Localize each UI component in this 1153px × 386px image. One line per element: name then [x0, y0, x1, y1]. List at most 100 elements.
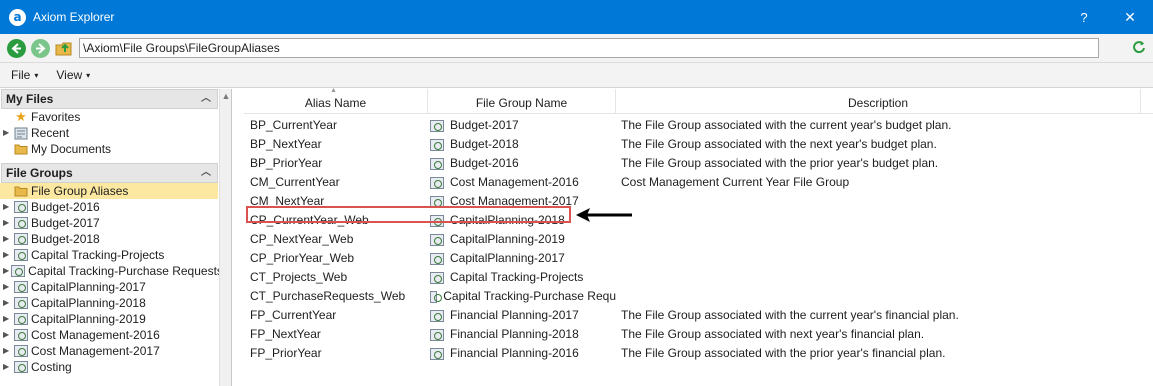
sidebar-item-label: Favorites	[31, 110, 81, 124]
table-row[interactable]: CM_CurrentYear Cost Management-2016 Cost…	[244, 173, 1153, 192]
sidebar-item-label: Costing	[31, 360, 72, 374]
sidebar-item-file-group[interactable]: ▶ CapitalPlanning-2017	[0, 279, 218, 295]
sidebar-item-file-group[interactable]: ▶ Capital Tracking-Purchase Requests	[0, 263, 223, 279]
file-group-icon	[14, 233, 28, 245]
title-bar: a Axiom Explorer ? ✕	[0, 0, 1153, 34]
file-group-cell: Capital Tracking-Projects	[450, 270, 584, 284]
file-group-cell: Budget-2016	[450, 156, 519, 170]
file-group-icon	[14, 297, 28, 309]
table-row[interactable]: CT_Projects_Web Capital Tracking-Project…	[244, 268, 1153, 287]
expand-arrow-icon[interactable]: ▶	[3, 231, 12, 247]
table-row[interactable]: FP_NextYear Financial Planning-2018 The …	[244, 325, 1153, 344]
sidebar-item-my-documents[interactable]: My Documents	[0, 141, 218, 157]
expand-arrow-icon[interactable]: ▶	[3, 359, 12, 375]
forward-button[interactable]	[31, 38, 50, 58]
alias-cell: BP_PriorYear	[250, 156, 323, 170]
sidebar-item-file-group[interactable]: ▶ Costing	[0, 359, 218, 375]
my-files-header[interactable]: My Files ︿	[1, 89, 218, 109]
close-button[interactable]: ✕	[1107, 0, 1153, 34]
expand-arrow-icon[interactable]: ▶	[3, 215, 12, 231]
sidebar-item-recent[interactable]: ▶ Recent	[0, 125, 218, 141]
table-row[interactable]: CT_PurchaseRequests_Web Capital Tracking…	[244, 287, 1153, 306]
file-group-cell: Cost Management-2016	[450, 175, 579, 189]
sidebar-item-label: CapitalPlanning-2017	[31, 280, 146, 294]
table-row[interactable]: BP_CurrentYear Budget-2017 The File Grou…	[244, 116, 1153, 135]
alias-cell: FP_PriorYear	[250, 346, 322, 360]
file-group-icon	[430, 119, 444, 132]
expand-arrow-icon[interactable]: ▶	[3, 279, 12, 295]
chevron-up-icon[interactable]: ︿	[201, 90, 211, 108]
sidebar-item-file-group[interactable]: ▶ CapitalPlanning-2018	[0, 295, 218, 311]
table-row[interactable]: FP_PriorYear Financial Planning-2016 The…	[244, 344, 1153, 363]
sidebar-item-file-group[interactable]: ▶ Budget-2016	[0, 199, 218, 215]
table-row[interactable]: CP_NextYear_Web CapitalPlanning-2019	[244, 230, 1153, 249]
column-header-alias[interactable]: ▲ Alias Name	[244, 87, 428, 114]
alias-cell: FP_CurrentYear	[250, 308, 337, 322]
table-row[interactable]: BP_PriorYear Budget-2016 The File Group …	[244, 154, 1153, 173]
table-row-highlighted[interactable]: CP_CurrentYear_Web CapitalPlanning-2018	[244, 211, 1153, 230]
sidebar-item-file-group[interactable]: ▶ Capital Tracking-Projects	[0, 247, 218, 263]
sidebar-item-file-group[interactable]: ▶ Budget-2018	[0, 231, 218, 247]
file-group-icon	[14, 281, 28, 293]
chevron-up-icon[interactable]: ︿	[201, 164, 211, 182]
table-row[interactable]: CP_PriorYear_Web CapitalPlanning-2017	[244, 249, 1153, 268]
sidebar-item-file-group[interactable]: ▶ CapitalPlanning-2019	[0, 311, 218, 327]
list-rows: BP_CurrentYear Budget-2017 The File Grou…	[244, 116, 1153, 363]
file-group-icon	[430, 195, 444, 208]
file-groups-title: File Groups	[6, 166, 73, 180]
up-folder-button[interactable]	[55, 39, 73, 57]
table-row[interactable]: FP_CurrentYear Financial Planning-2017 T…	[244, 306, 1153, 325]
file-group-cell: Budget-2017	[450, 118, 519, 132]
sidebar-scrollbar[interactable]: ▲	[219, 89, 231, 386]
alias-cell: BP_CurrentYear	[250, 118, 337, 132]
expand-arrow-icon[interactable]: ▶	[3, 263, 9, 279]
column-header-description[interactable]: Description	[616, 89, 1141, 114]
back-button[interactable]	[7, 38, 26, 58]
expand-arrow-icon[interactable]: ▶	[3, 327, 12, 343]
alias-list: ▲ Alias Name File Group Name Description…	[244, 87, 1153, 386]
table-row[interactable]: CM_NextYear Cost Management-2017	[244, 192, 1153, 211]
table-row[interactable]: BP_NextYear Budget-2018 The File Group a…	[244, 135, 1153, 154]
expand-arrow-icon[interactable]: ▶	[3, 125, 12, 141]
alias-cell: CP_NextYear_Web	[250, 232, 354, 246]
file-group-icon	[14, 249, 28, 261]
sidebar-item-file-group[interactable]: ▶ Cost Management-2017	[0, 343, 218, 359]
expand-arrow-icon[interactable]: ▶	[3, 247, 12, 263]
scroll-up-icon[interactable]: ▲	[220, 89, 231, 103]
alias-cell: CT_Projects_Web	[250, 270, 348, 284]
sidebar-item-file-group[interactable]: ▶ Cost Management-2016	[0, 327, 218, 343]
alias-cell: FP_NextYear	[250, 327, 321, 341]
sidebar-item-label: My Documents	[31, 142, 112, 156]
expand-arrow-icon[interactable]: ▶	[3, 343, 12, 359]
file-groups-header[interactable]: File Groups ︿	[1, 163, 218, 183]
file-group-icon	[430, 176, 444, 189]
file-group-cell: Financial Planning-2018	[450, 327, 579, 341]
sidebar-item-file-group-aliases[interactable]: File Group Aliases	[0, 183, 218, 199]
sidebar-item-label: Cost Management-2016	[31, 328, 160, 342]
arrow-left-icon	[11, 42, 21, 54]
axiom-logo-icon: a	[9, 8, 26, 26]
sidebar-item-file-group[interactable]: ▶ Budget-2017	[0, 215, 218, 231]
sidebar-item-label: Cost Management-2017	[31, 344, 160, 358]
file-group-icon	[430, 271, 444, 284]
view-menu[interactable]: View ▾	[49, 68, 97, 82]
file-group-icon	[14, 217, 28, 229]
refresh-button[interactable]	[1131, 40, 1147, 56]
file-menu[interactable]: File ▾	[4, 68, 45, 82]
sidebar-item-label: Capital Tracking-Purchase Requests	[28, 264, 223, 278]
expand-arrow-icon[interactable]: ▶	[3, 295, 12, 311]
help-button[interactable]: ?	[1061, 0, 1107, 34]
description-cell: The File Group associated with the curre…	[621, 308, 959, 322]
sidebar: My Files ︿ ★ Favorites ▶ Recent My Docum…	[0, 89, 232, 386]
sidebar-item-label: CapitalPlanning-2019	[31, 312, 146, 326]
file-group-icon	[430, 157, 444, 170]
description-cell: The File Group associated with the prior…	[621, 346, 946, 360]
description-cell: The File Group associated with the curre…	[621, 118, 952, 132]
file-group-icon	[430, 328, 444, 341]
expand-arrow-icon[interactable]: ▶	[3, 311, 12, 327]
address-path-input[interactable]: \Axiom\File Groups\FileGroupAliases	[79, 38, 1099, 58]
sidebar-item-favorites[interactable]: ★ Favorites	[0, 109, 218, 125]
column-header-file-group[interactable]: File Group Name	[428, 89, 616, 114]
star-icon: ★	[15, 109, 27, 124]
expand-arrow-icon[interactable]: ▶	[3, 199, 12, 215]
